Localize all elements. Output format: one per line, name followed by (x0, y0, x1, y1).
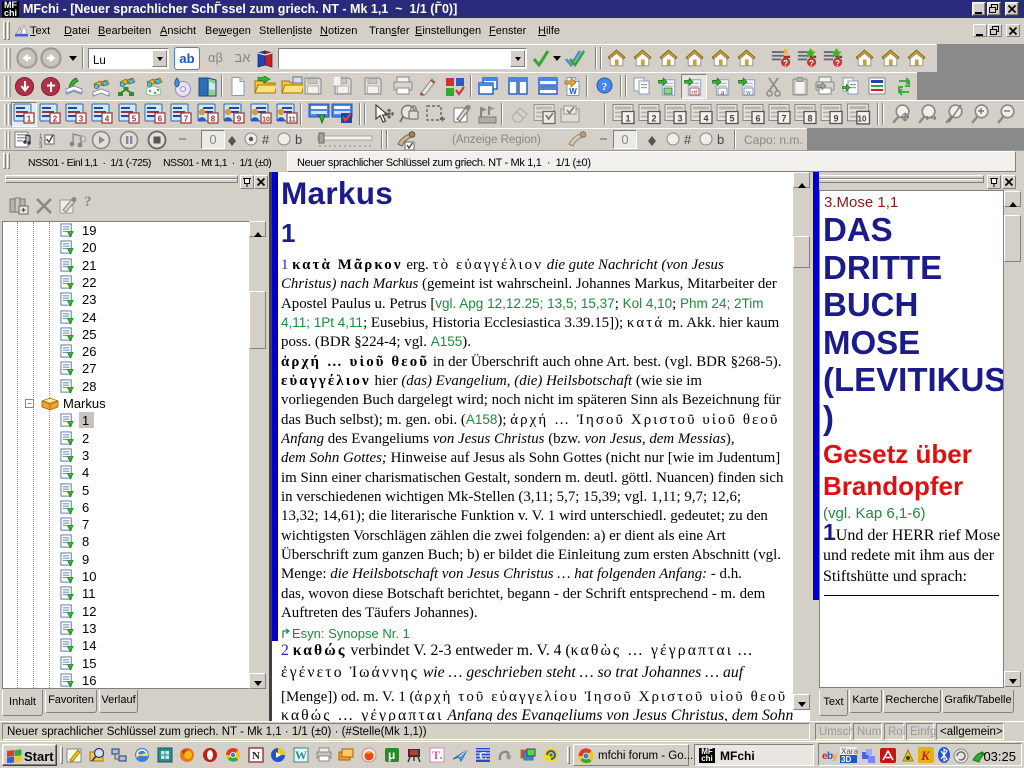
svg-text:7: 7 (781, 114, 786, 124)
svg-text:2: 2 (651, 114, 656, 124)
svg-text:N: N (252, 750, 260, 762)
svg-text:6: 6 (158, 115, 163, 124)
svg-text:1: 1 (625, 114, 630, 124)
svg-text:y: y (832, 751, 838, 762)
svg-text:6: 6 (755, 114, 760, 124)
svg-text:3: 3 (79, 115, 84, 124)
svg-text:3D: 3D (841, 755, 851, 764)
svg-text:9: 9 (833, 114, 838, 124)
svg-text:3: 3 (39, 144, 43, 149)
svg-text:9: 9 (237, 115, 242, 124)
svg-text:5: 5 (132, 115, 137, 124)
svg-text:?: ? (602, 81, 608, 93)
svg-text:7: 7 (184, 115, 189, 124)
svg-text:W: W (295, 748, 307, 762)
svg-text:4: 4 (703, 114, 708, 124)
svg-text:μ: μ (388, 748, 395, 762)
svg-text:11: 11 (288, 117, 296, 124)
svg-text:T: T (432, 748, 440, 762)
svg-text:rtf: rtf (692, 90, 697, 96)
svg-text:8: 8 (807, 114, 812, 124)
svg-text:8: 8 (211, 115, 216, 124)
svg-text:W: W (569, 87, 577, 96)
svg-text:K: K (920, 748, 931, 763)
svg-text:4: 4 (105, 115, 110, 124)
svg-text:10: 10 (858, 115, 867, 124)
svg-text:3: 3 (677, 114, 682, 124)
svg-text:10: 10 (262, 117, 270, 124)
svg-text:5: 5 (729, 114, 734, 124)
svg-text:C: C (479, 750, 487, 762)
svg-text:1: 1 (27, 115, 32, 124)
svg-text:2: 2 (53, 115, 58, 124)
